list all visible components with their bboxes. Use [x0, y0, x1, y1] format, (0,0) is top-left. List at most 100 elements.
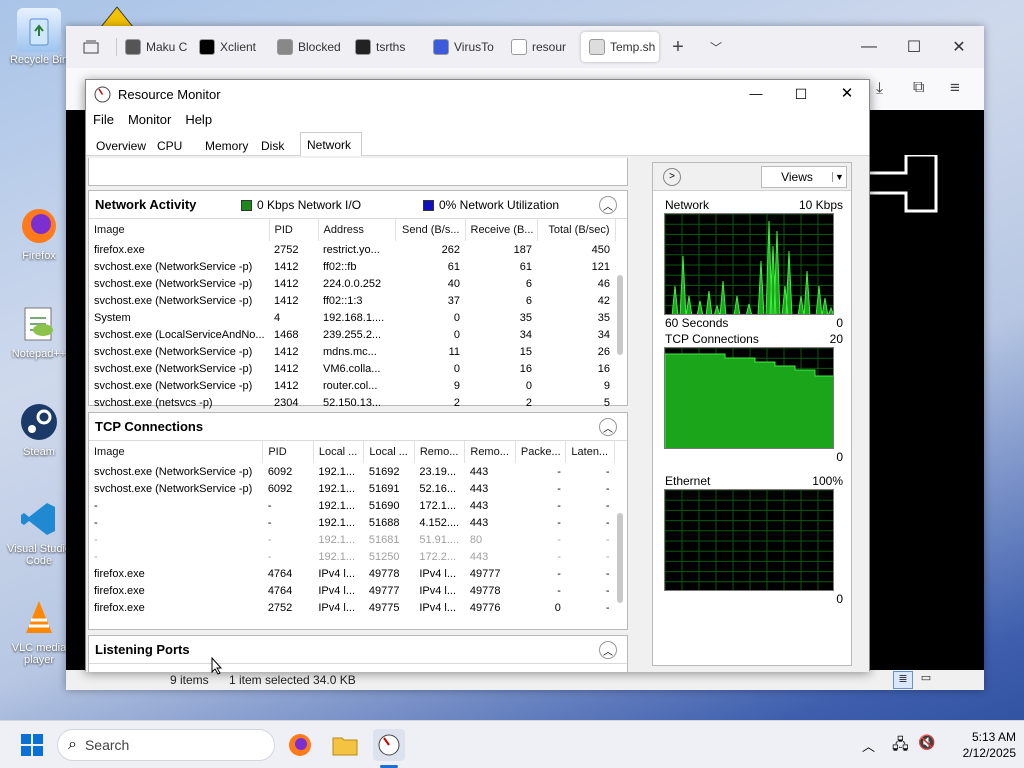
- tab-overview-icon[interactable]: [66, 26, 116, 68]
- table-row[interactable]: svchost.exe (NetworkService -p) 6092 192.1…: [89, 463, 615, 480]
- browser-close-button[interactable]: ✕: [936, 34, 982, 60]
- column-header[interactable]: Image: [89, 219, 270, 241]
- menu-icon[interactable]: ≡: [950, 78, 960, 98]
- browser-tab[interactable]: tsrths: [347, 32, 423, 62]
- resmon-maximize-button[interactable]: ☐: [783, 82, 819, 106]
- tab-list-chevron-icon[interactable]: ﹀: [697, 39, 735, 56]
- resmon-close-button[interactable]: ✕: [829, 82, 865, 106]
- table-row[interactable]: firefox.exe 2752 IPv4 l... 49775 IPv4 l... 49…: [89, 599, 615, 616]
- tab-overview[interactable]: Overview: [90, 135, 152, 156]
- expand-pane-button[interactable]: >: [663, 167, 681, 186]
- tab-memory[interactable]: Memory: [199, 135, 254, 156]
- taskbar-file-explorer[interactable]: [329, 729, 361, 761]
- column-header[interactable]: PID: [262, 441, 314, 463]
- desktop-icon-steam[interactable]: Steam: [4, 400, 74, 458]
- extensions-icon[interactable]: ⧉: [913, 79, 924, 97]
- column-header[interactable]: Local ...: [313, 441, 365, 463]
- views-label: Views: [781, 169, 813, 184]
- browser-tab[interactable]: resour: [503, 32, 579, 62]
- taskbar-resource-monitor[interactable]: [373, 729, 405, 761]
- collapse-chevron-icon[interactable]: ︿: [599, 196, 617, 214]
- desktop-icon-firefox[interactable]: Firefox: [4, 204, 74, 262]
- start-button[interactable]: [16, 729, 48, 761]
- table-row[interactable]: svchost.exe (NetworkService -p) 1412 ff02:…: [89, 292, 615, 309]
- table-row[interactable]: svchost.exe (NetworkService -p) 1412 VM6.c…: [89, 360, 615, 377]
- scrollbar-thumb[interactable]: [617, 513, 623, 603]
- browser-tab[interactable]: Maku C: [117, 32, 189, 62]
- table-row[interactable]: svchost.exe (netsvcs -p) 2304 52.150.13...…: [89, 394, 615, 411]
- table-cell: ff02::fb: [323, 260, 357, 273]
- column-header[interactable]: Total (B/sec): [537, 219, 616, 241]
- tab-network[interactable]: Network: [300, 132, 362, 157]
- column-header[interactable]: Send (B/s...: [395, 219, 466, 241]
- table-row[interactable]: - - 192.1... 51250 172.2... 443 - -: [89, 548, 615, 565]
- table-row[interactable]: svchost.exe (NetworkService -p) 1412 ff02:…: [89, 258, 615, 275]
- table-cell: ff02::1:3: [323, 294, 363, 307]
- tab-cpu[interactable]: CPU: [151, 135, 188, 156]
- table-cell: 52.150.13...: [323, 396, 382, 409]
- browser-minimize-button[interactable]: ―: [846, 34, 892, 60]
- column-header[interactable]: PID: [269, 219, 319, 241]
- table-row[interactable]: firefox.exe 2752 restrict.yo... 262 187 450: [89, 241, 615, 258]
- table-cell: svchost.exe (NetworkService -p): [94, 277, 253, 290]
- table-row[interactable]: svchost.exe (LocalServiceAndNo... 1468 239…: [89, 326, 615, 343]
- table-cell: 192.1...: [318, 482, 356, 495]
- table-row[interactable]: firefox.exe 4764 IPv4 l... 49777 IPv4 l... 49…: [89, 582, 615, 599]
- column-header[interactable]: Address: [318, 219, 396, 241]
- table-cell: 443: [469, 550, 489, 563]
- collapse-chevron-icon[interactable]: ︿: [599, 641, 617, 659]
- browser-maximize-button[interactable]: ☐: [891, 34, 937, 60]
- details-view-icon[interactable]: ≣: [893, 671, 913, 689]
- table-row[interactable]: svchost.exe (NetworkService -p) 1412 224.0…: [89, 275, 615, 292]
- column-header[interactable]: Remo...: [464, 441, 516, 463]
- table-row[interactable]: - - 192.1... 51690 172.1... 443 - -: [89, 497, 615, 514]
- tray-overflow-chevron-icon[interactable]: ︿: [862, 736, 875, 755]
- column-header[interactable]: Laten...: [565, 441, 615, 463]
- tab-disk[interactable]: Disk: [255, 135, 290, 156]
- resmon-minimize-button[interactable]: ―: [738, 82, 774, 106]
- desktop-icon-recycle-bin[interactable]: Recycle Bin: [4, 8, 74, 66]
- tiles-view-icon[interactable]: ▭: [916, 671, 936, 689]
- taskbar-search-box[interactable]: ⌕ Search: [57, 729, 275, 761]
- menu-help[interactable]: Help: [178, 112, 219, 127]
- tcp-connections-header[interactable]: TCP Connections ︿: [89, 413, 627, 441]
- scrollbar-thumb[interactable]: [617, 275, 623, 355]
- taskbar-firefox[interactable]: [284, 729, 316, 761]
- views-dropdown[interactable]: Views ▼: [761, 165, 847, 188]
- column-header[interactable]: Image: [89, 441, 264, 463]
- table-cell: 49775: [368, 601, 400, 614]
- table-row[interactable]: - - 192.1... 51681 51.91.... 80 - -: [89, 531, 615, 548]
- network-activity-header[interactable]: Network Activity 0 Kbps Network I/O 0% N…: [89, 191, 627, 219]
- desktop-icon-notepadpp[interactable]: Notepad++: [4, 302, 74, 360]
- firefox-icon: [17, 204, 61, 248]
- table-row[interactable]: - - 192.1... 51688 4.152.... 443 - -: [89, 514, 615, 531]
- column-header[interactable]: Remo...: [414, 441, 466, 463]
- desktop-icon-vscode[interactable]: Visual Studio Code: [4, 497, 74, 567]
- table-row[interactable]: firefox.exe 4764 IPv4 l... 49778 IPv4 l... 49…: [89, 565, 615, 582]
- graph-max: 100%: [812, 474, 843, 488]
- desktop-icon-vlc[interactable]: VLC media player: [4, 596, 74, 666]
- volume-muted-icon[interactable]: 🔇: [918, 734, 935, 751]
- new-tab-button[interactable]: +: [659, 36, 697, 59]
- browser-tab[interactable]: VirusTo: [425, 32, 501, 62]
- browser-tab[interactable]: Blocked: [269, 32, 345, 62]
- table-row[interactable]: System 4 192.168.1.... 0 35 35: [89, 309, 615, 326]
- table-row[interactable]: svchost.exe (NetworkService -p) 1412 mdns.…: [89, 343, 615, 360]
- column-header[interactable]: Receive (B...: [465, 219, 538, 241]
- browser-tab[interactable]: Temp.sh✕: [581, 32, 659, 62]
- listening-ports-header[interactable]: Listening Ports ︿: [89, 636, 627, 664]
- browser-tab[interactable]: Xclient: [191, 32, 267, 62]
- column-header[interactable]: Local ...: [363, 441, 415, 463]
- network-status-icon[interactable]: 🖧: [892, 734, 909, 759]
- column-header[interactable]: Packe...: [515, 441, 567, 463]
- download-icon[interactable]: ⤓: [876, 80, 883, 98]
- table-row[interactable]: svchost.exe (NetworkService -p) 6092 192.1…: [89, 480, 615, 497]
- table-row[interactable]: svchost.exe (NetworkService -p) 1412 route…: [89, 377, 615, 394]
- clock[interactable]: 5:13 AM 2/12/2025: [946, 729, 1016, 761]
- menu-monitor[interactable]: Monitor: [121, 112, 178, 127]
- table-cell: -: [605, 584, 610, 597]
- collapse-chevron-icon[interactable]: ︿: [599, 418, 617, 436]
- table-cell: 16: [519, 362, 532, 375]
- table-cell: 121: [591, 260, 610, 273]
- menu-file[interactable]: File: [86, 112, 121, 127]
